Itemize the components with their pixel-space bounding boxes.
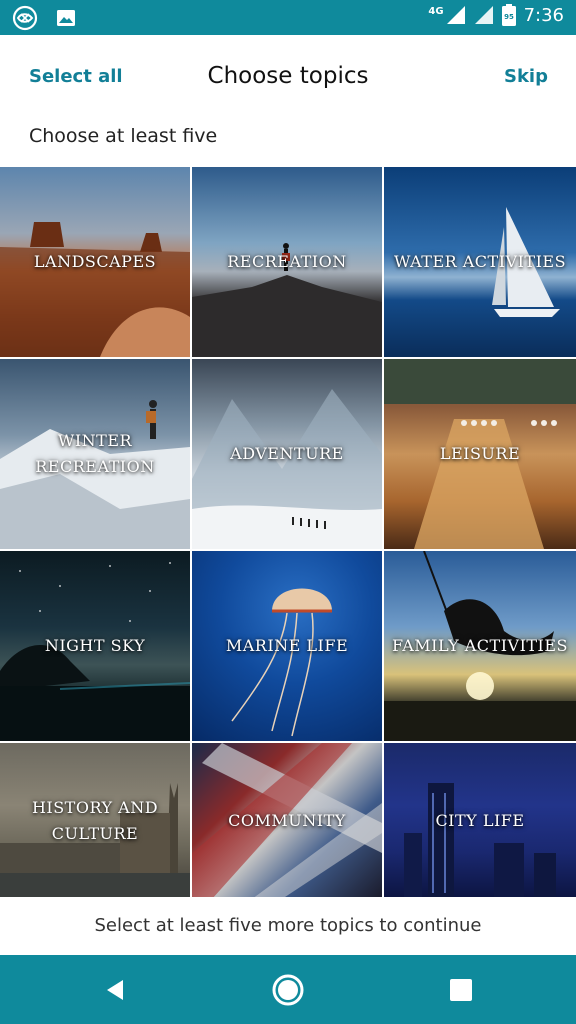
- topic-tile-adventure[interactable]: ADVENTURE: [192, 359, 382, 549]
- topic-tile-marine-life[interactable]: MARINE LIFE: [192, 551, 382, 741]
- back-triangle-icon: [107, 979, 123, 1000]
- topic-label: FAMILY ACTIVITIES: [392, 636, 569, 656]
- clock: 7:36: [523, 4, 564, 26]
- topic-label: WINTER RECREATION: [35, 431, 155, 476]
- battery-icon: 95: [501, 4, 516, 26]
- navigation-bar: [0, 955, 576, 1024]
- signal-icon: [446, 6, 465, 24]
- topic-label: WATER ACTIVITIES: [393, 252, 567, 272]
- topic-tile-landscapes[interactable]: LANDSCAPES: [0, 167, 190, 357]
- app-notification-icon: [12, 5, 38, 31]
- topic-label: NIGHT SKY: [44, 636, 146, 656]
- home-circle-icon: [272, 974, 304, 1005]
- topic-label: CITY LIFE: [435, 811, 525, 831]
- recent-apps-button[interactable]: [421, 955, 501, 1024]
- topic-tile-leisure[interactable]: LEISURE: [384, 359, 576, 549]
- status-bar: 4G 95 7:36: [0, 0, 576, 35]
- network-type-label: 4G: [428, 5, 444, 17]
- continue-hint: Select at least five more topics to cont…: [0, 897, 576, 955]
- topic-tile-family-activities[interactable]: FAMILY ACTIVITIES: [384, 551, 576, 741]
- app-header: Select all Choose topics Skip: [0, 35, 576, 117]
- topic-tile-recreation[interactable]: RECREATION: [192, 167, 382, 357]
- battery-level: 95: [504, 13, 514, 21]
- back-button[interactable]: [76, 955, 156, 1024]
- topics-grid: LANDSCAPES RECREATION WATER ACTIVITIES W…: [0, 167, 576, 897]
- topic-label: MARINE LIFE: [225, 636, 349, 656]
- topic-tile-winter-recreation[interactable]: WINTER RECREATION: [0, 359, 190, 549]
- square-icon: [450, 978, 472, 1001]
- home-button[interactable]: [248, 955, 328, 1024]
- topic-tile-city-life[interactable]: CITY LIFE: [384, 743, 576, 897]
- topic-label: LANDSCAPES: [33, 252, 157, 272]
- topic-tile-community[interactable]: COMMUNITY: [192, 743, 382, 897]
- topic-tile-history-and-culture[interactable]: HISTORY AND CULTURE: [0, 743, 190, 897]
- topic-label: COMMUNITY: [228, 811, 346, 831]
- topic-label: HISTORY AND CULTURE: [31, 798, 159, 843]
- page-title: Choose topics: [207, 63, 369, 89]
- topic-tile-water-activities[interactable]: WATER ACTIVITIES: [384, 167, 576, 357]
- skip-button[interactable]: Skip: [504, 66, 548, 87]
- topic-label: RECREATION: [227, 252, 347, 272]
- image-notification-icon: [57, 10, 75, 26]
- topic-label: ADVENTURE: [230, 444, 344, 464]
- signal-icon-secondary: [474, 6, 493, 24]
- topic-tile-night-sky[interactable]: NIGHT SKY: [0, 551, 190, 741]
- instruction-text: Choose at least five: [29, 125, 218, 147]
- topic-label: LEISURE: [439, 444, 521, 464]
